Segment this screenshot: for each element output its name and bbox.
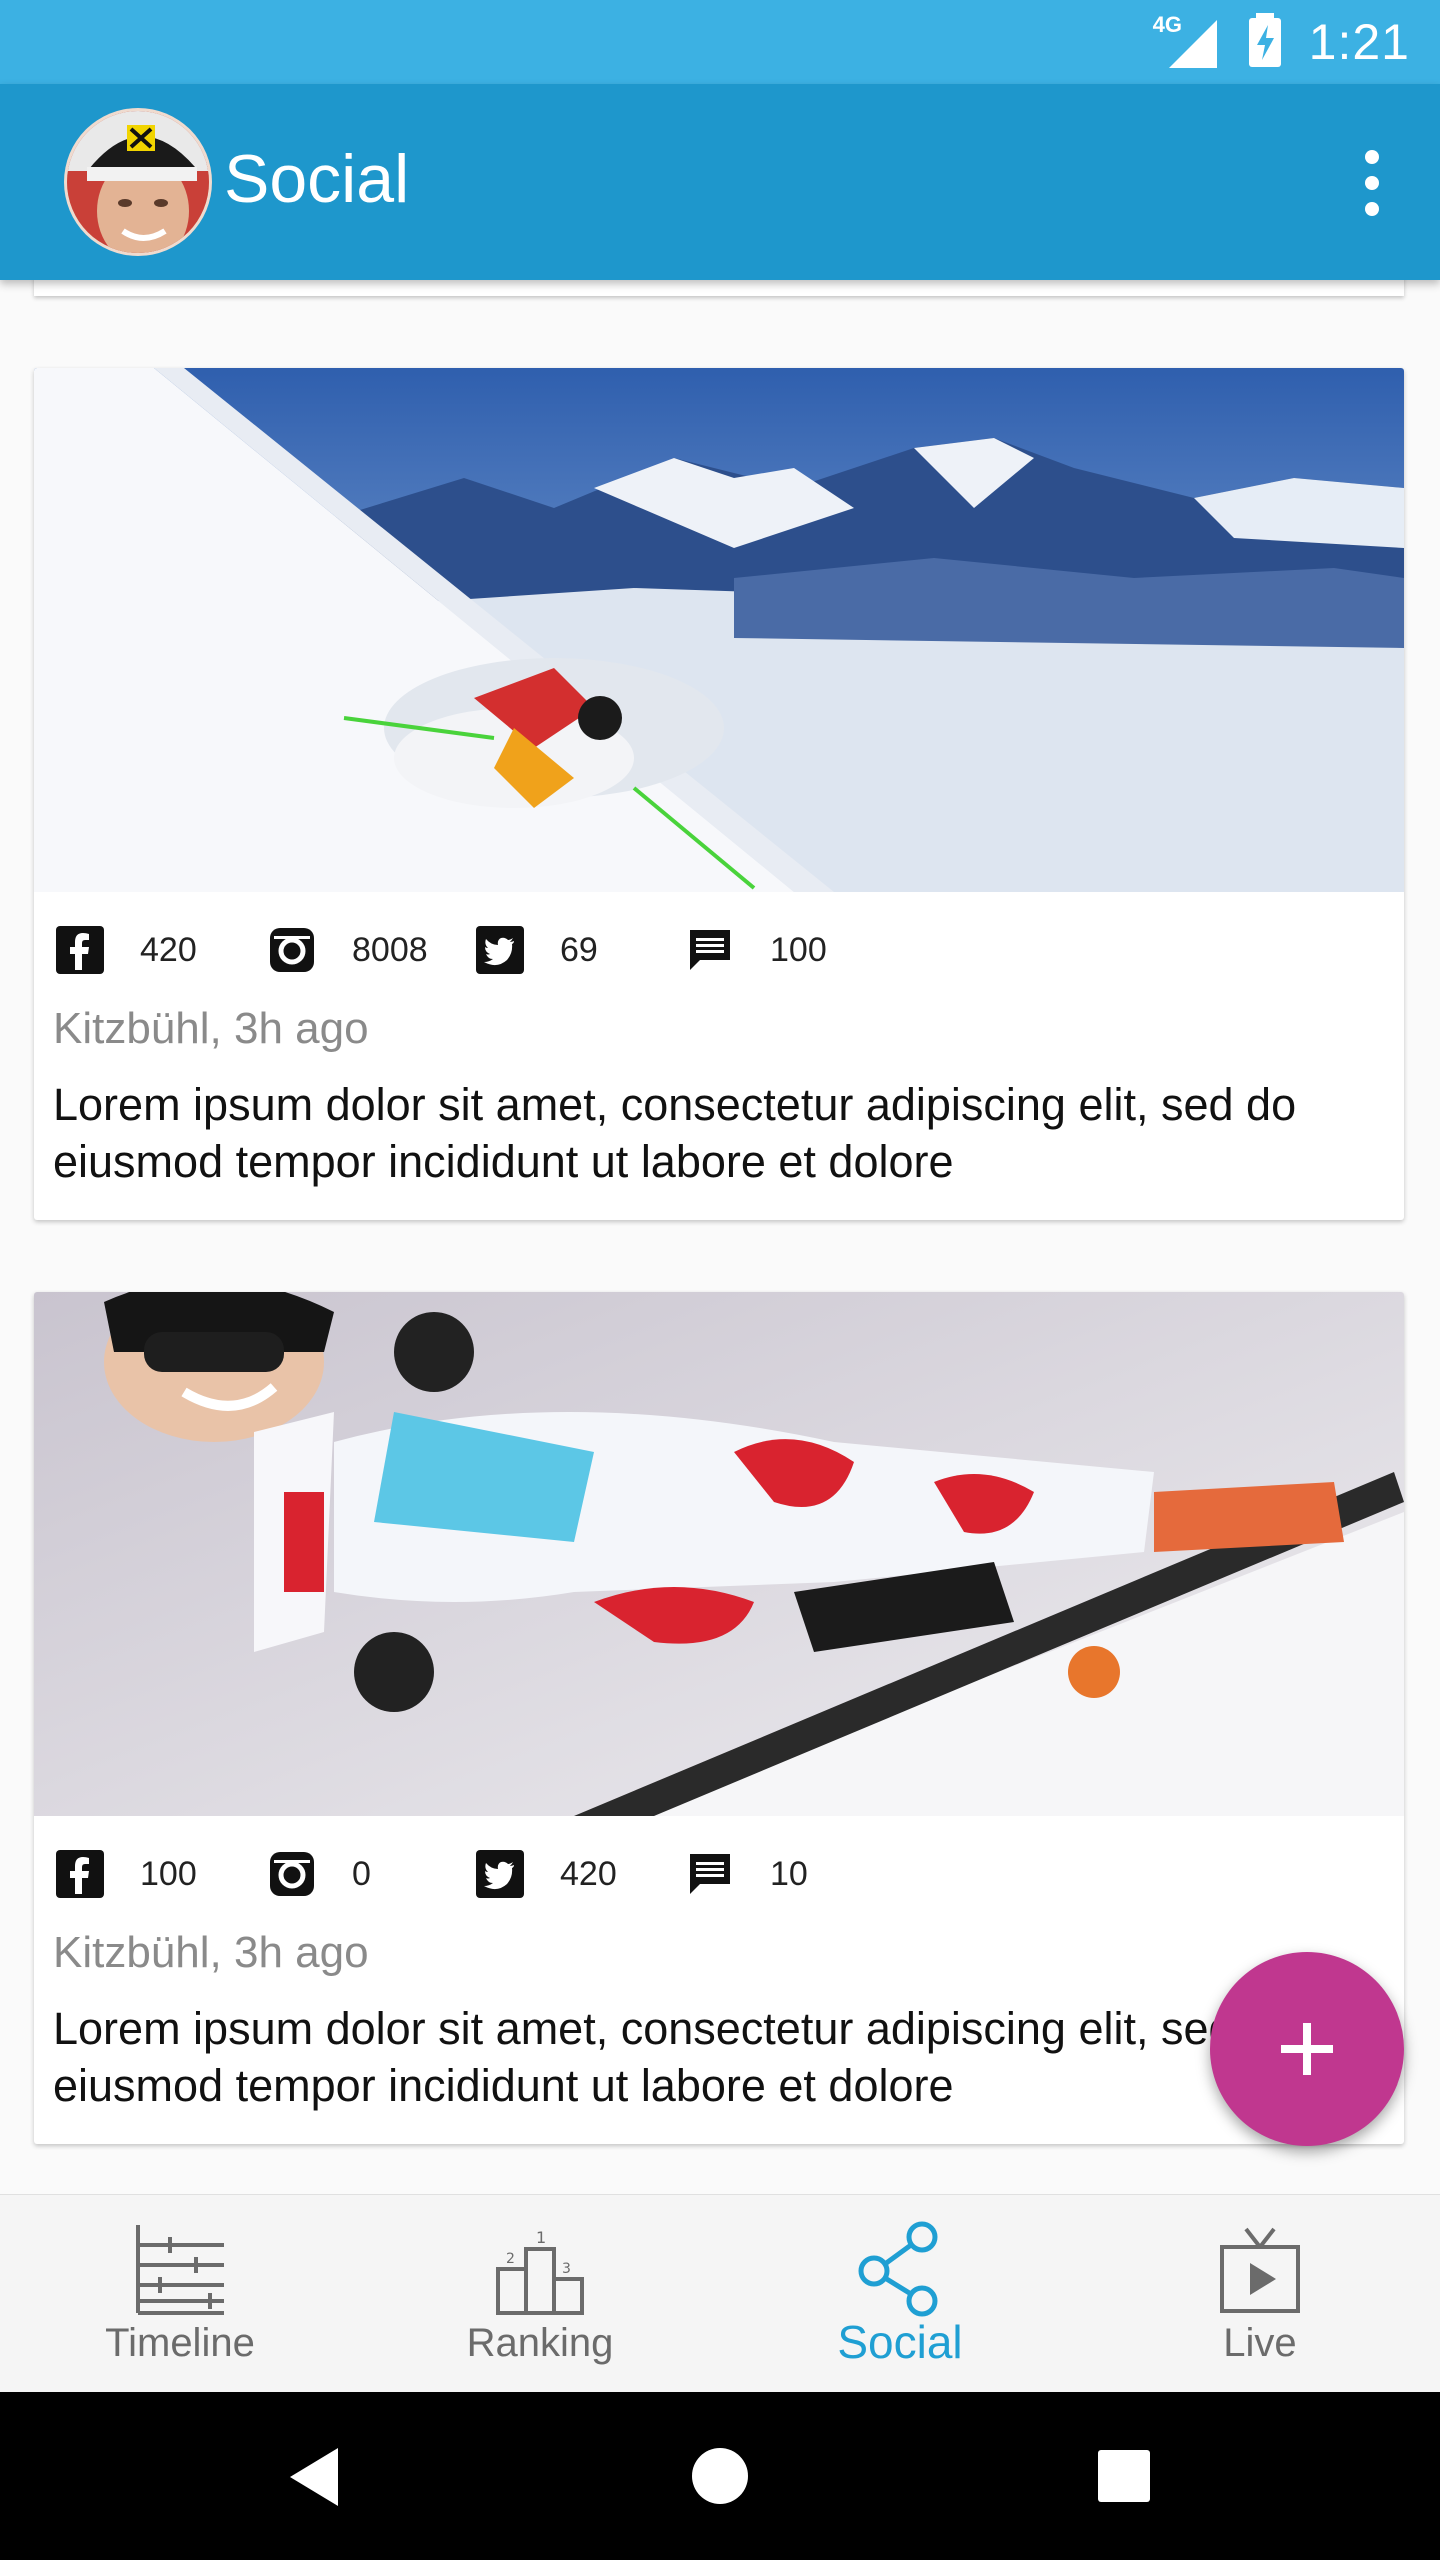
system-navigation-bar xyxy=(0,2392,1440,2560)
instagram-stat[interactable]: 0 xyxy=(268,1850,371,1898)
podium-icon: 1 2 3 xyxy=(496,2228,584,2315)
twitter-stat[interactable]: 69 xyxy=(476,926,598,974)
user-avatar[interactable] xyxy=(64,108,212,256)
svg-text:3: 3 xyxy=(562,2261,571,2277)
recents-icon[interactable] xyxy=(1098,2450,1150,2502)
status-bar: 4G 1:21 xyxy=(0,0,1440,84)
comments-count: 100 xyxy=(770,930,827,969)
post-location-time: Kitzbühl, 3h ago xyxy=(53,1928,369,1977)
facebook-count: 100 xyxy=(140,1854,197,1893)
battery-charging-icon xyxy=(1247,12,1283,72)
tab-timeline-label: Timeline xyxy=(105,2321,255,2365)
bottom-navigation: Timeline 1 2 3 Ranking Social Live xyxy=(0,2194,1440,2393)
post-location-time: Kitzbühl, 3h ago xyxy=(53,1004,369,1053)
post-stats: 420 8008 69 100 xyxy=(34,892,1404,998)
twitter-stat[interactable]: 420 xyxy=(476,1850,617,1898)
facebook-count: 420 xyxy=(140,930,197,969)
facebook-icon xyxy=(56,1850,104,1898)
comments-stat[interactable]: 10 xyxy=(686,1850,808,1898)
add-post-button[interactable] xyxy=(1210,1952,1404,2146)
signal-icon: 4G xyxy=(1153,12,1221,70)
facebook-icon xyxy=(56,926,104,974)
twitter-icon xyxy=(476,1850,524,1898)
app-bar: Social xyxy=(0,84,1440,280)
plus-icon xyxy=(1281,2023,1333,2075)
comments-stat[interactable]: 100 xyxy=(686,926,827,974)
twitter-count: 69 xyxy=(560,930,598,969)
instagram-stat[interactable]: 8008 xyxy=(268,926,428,974)
post-text: Lorem ipsum dolor sit amet, consectetur … xyxy=(53,2003,1297,2111)
tab-social[interactable]: Social xyxy=(720,2195,1080,2393)
tab-live[interactable]: Live xyxy=(1080,2195,1440,2393)
post-image[interactable] xyxy=(34,368,1404,892)
tab-social-label: Social xyxy=(837,2316,963,2368)
share-icon xyxy=(858,2221,938,2317)
instagram-icon xyxy=(270,1852,314,1896)
comment-icon xyxy=(690,1854,730,1894)
tab-ranking[interactable]: 1 2 3 Ranking xyxy=(360,2195,720,2393)
twitter-count: 420 xyxy=(560,1854,617,1893)
instagram-icon xyxy=(270,928,314,972)
page-title: Social xyxy=(224,141,410,217)
timeline-icon xyxy=(136,2225,224,2315)
post-card[interactable]: 100 0 420 10 Kitzbühl, 3h ago Lorem ipsu… xyxy=(34,1292,1404,2144)
tv-play-icon xyxy=(1220,2227,1300,2313)
tab-timeline[interactable]: Timeline xyxy=(0,2195,360,2393)
more-vert-icon[interactable] xyxy=(1362,150,1382,220)
tab-ranking-label: Ranking xyxy=(466,2321,614,2365)
comments-count: 10 xyxy=(770,1854,808,1893)
tab-live-label: Live xyxy=(1223,2321,1297,2365)
post-image[interactable] xyxy=(34,1292,1404,1816)
instagram-count: 8008 xyxy=(352,930,428,969)
back-icon[interactable] xyxy=(286,2446,342,2508)
post-text: Lorem ipsum dolor sit amet, consectetur … xyxy=(53,1079,1297,1187)
network-type-label: 4G xyxy=(1152,12,1183,37)
clock: 1:21 xyxy=(1308,14,1410,70)
facebook-stat[interactable]: 100 xyxy=(56,1850,197,1898)
home-icon[interactable] xyxy=(692,2448,748,2504)
svg-text:1: 1 xyxy=(536,2228,546,2247)
post-card[interactable]: 420 8008 69 100 Kitzbühl, 3h ago Lorem i… xyxy=(34,368,1404,1220)
comment-icon xyxy=(690,930,730,970)
facebook-stat[interactable]: 420 xyxy=(56,926,197,974)
instagram-count: 0 xyxy=(352,1854,371,1893)
post-stats: 100 0 420 10 xyxy=(34,1816,1404,1922)
twitter-icon xyxy=(476,926,524,974)
svg-text:2: 2 xyxy=(506,2251,515,2267)
